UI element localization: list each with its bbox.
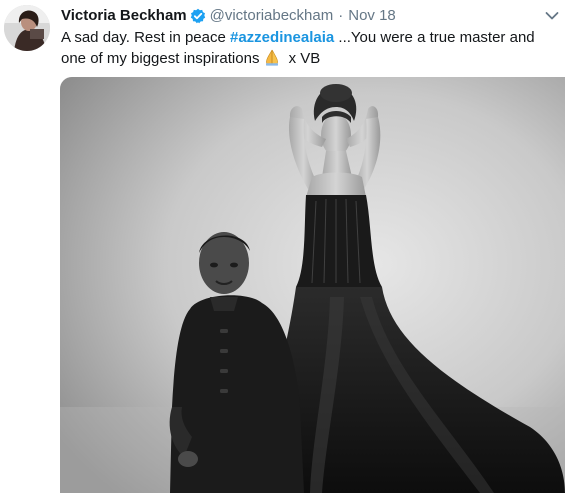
tweet-header: Victoria Beckham @victoriabeckham · Nov … bbox=[61, 5, 396, 27]
header-separator: · bbox=[338, 7, 344, 24]
tweet-timestamp[interactable]: Nov 18 bbox=[348, 5, 396, 27]
tweet-media-photo[interactable] bbox=[60, 77, 565, 493]
tweet-text: A sad day. Rest in peace #azzedinealaia … bbox=[61, 27, 556, 72]
verified-badge-icon bbox=[190, 8, 206, 24]
hashtag-link[interactable]: #azzedinealaia bbox=[230, 29, 334, 46]
author-name[interactable]: Victoria Beckham bbox=[61, 5, 187, 27]
tweet-text-part1: A sad day. Rest in peace bbox=[61, 29, 230, 46]
photo-image bbox=[60, 77, 565, 493]
tweet: Victoria Beckham @victoriabeckham · Nov … bbox=[0, 0, 565, 493]
author-handle[interactable]: @victoriabeckham bbox=[210, 5, 334, 27]
tweet-text-part3: x VB bbox=[284, 50, 321, 67]
folded-hands-icon bbox=[263, 48, 281, 72]
avatar[interactable] bbox=[4, 5, 50, 51]
chevron-down-icon[interactable] bbox=[545, 8, 559, 20]
avatar-image bbox=[4, 5, 50, 51]
